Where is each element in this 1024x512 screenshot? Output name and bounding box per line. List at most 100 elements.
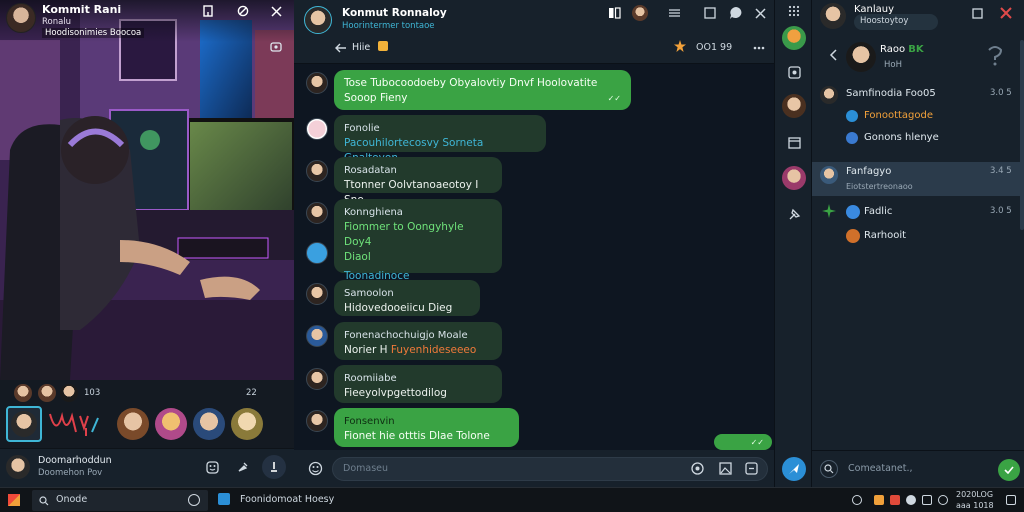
message-text: Fionet hie otttis Dlae Tolone [344,430,490,442]
notifications-icon[interactable] [1006,495,1016,505]
contact-avatar[interactable] [6,3,36,33]
chat-list-name: Fonoottagode [864,110,934,121]
message-bubble[interactable]: Konnghiena Fiommer to Oongyhyle Doy4 Dia… [334,199,502,282]
columns-icon[interactable] [606,5,622,21]
profile-avatar[interactable] [820,3,846,29]
message-bubble[interactable]: Fonolie Pacouhilortecosvy Sorneta Gnalto… [334,115,546,164]
volume-icon[interactable] [906,495,916,505]
message-bubble-outgoing[interactable]: Tose Tubocoodoeby Obyalovtiy Dnvf Hoolov… [334,70,631,110]
message-avatar[interactable] [306,325,328,347]
participant-avatar[interactable] [60,384,78,402]
chat-list-avatar [846,229,860,243]
image-icon[interactable] [718,461,732,475]
selected-video-tile[interactable] [6,406,42,442]
message-avatar[interactable] [306,410,328,432]
apps-icon[interactable] [786,4,802,18]
taskbar-clock[interactable]: 2020LOG aaa 1018 [956,489,994,511]
confirm-button[interactable] [998,459,1020,481]
globe-icon [846,132,858,144]
message-bubble[interactable]: Fonenachochuigjo Moale Norier H Fuyenhid… [334,322,502,360]
message-avatar[interactable] [306,118,328,140]
chat-list-item-selected[interactable]: Fanfagyo Eiotstertreonaoo 3.4 5 [812,162,1024,196]
message-bubble-outgoing[interactable]: ✓✓ [714,434,772,450]
trophy-icon [378,41,388,51]
start-icon[interactable] [8,494,20,506]
message-bubble[interactable]: Rosadatan Ttonner Oolvtanoaeotoy I Sno..… [334,157,502,206]
close-icon[interactable] [752,5,768,21]
edit-icon[interactable] [235,3,251,19]
media-panel: Kommit Rani Ronalu Hoodisonimies Boocoa … [0,0,294,487]
back-icon[interactable] [826,48,840,62]
window-icon[interactable] [702,6,718,20]
chat-rail-avatar[interactable] [782,166,806,190]
sender-name: Fonenachochuigjo Moale [344,330,468,341]
message-placeholder: Domaseu [343,463,389,474]
tray-app-icon[interactable] [890,495,900,505]
message-avatar[interactable] [306,72,328,94]
attach-icon[interactable] [306,459,324,477]
emoji-icon[interactable] [204,459,220,475]
participant-avatar[interactable] [38,384,56,402]
chat-list-item[interactable]: Fonoottagode [812,108,1024,128]
app-icon[interactable] [218,493,230,505]
wifi-icon[interactable] [938,495,948,505]
scrollbar[interactable] [1020,40,1024,230]
search-icon[interactable] [820,460,838,478]
message-bubble[interactable]: Samoolon Hidovedooeiicu Dieg [334,280,480,316]
more-icon[interactable] [752,42,766,54]
settings-icon [846,110,858,122]
profile-large-avatar[interactable] [846,42,876,72]
pin-icon[interactable] [786,206,802,222]
user-avatar[interactable] [6,455,30,479]
participant-video-avatar[interactable] [231,408,263,440]
media-header: Kommit Rani Ronalu Hoodisonimies Boocoa [0,0,294,52]
message-avatar[interactable] [306,160,328,182]
close-icon[interactable] [268,3,284,19]
message-bubble[interactable]: Roomiiabe Fieeyolvpgettodilog [334,365,502,403]
message-avatar[interactable] [306,283,328,305]
archive-icon[interactable] [786,134,802,150]
chat-list-name: Rarhooit [864,230,907,241]
message-avatar[interactable] [306,242,328,264]
message-avatar[interactable] [306,202,328,224]
chat-list-item[interactable]: Rarhooit [812,228,1024,248]
camera-icon[interactable] [690,461,704,475]
user-name: Doomarhoddun [38,455,112,466]
info-button[interactable] [262,455,286,479]
chat-list-item[interactable]: Gonons hlenye [812,130,1024,150]
chat-list-item[interactable]: Fadlic 3.0 5 [812,204,1024,224]
taskbar-app-label[interactable]: Foonidomoat Hoesy [240,494,334,505]
tray-app-icon[interactable] [874,495,884,505]
taskbar-search[interactable]: Onode [32,490,208,511]
participant-video-avatar[interactable] [193,408,225,440]
compose-button[interactable] [782,457,806,481]
info-icon[interactable] [188,494,200,506]
bookmark-icon[interactable] [200,4,216,18]
chat-avatar[interactable] [304,6,332,34]
star-icon[interactable] [674,40,686,52]
chat-title[interactable]: Konmut Ronnaloy [342,7,447,19]
fullscreen-icon[interactable] [268,40,284,54]
network-icon[interactable] [852,495,862,505]
window-icon[interactable] [970,6,984,20]
participant-mini-avatar[interactable] [632,5,648,21]
comment-icon[interactable] [728,5,744,21]
gif-icon[interactable] [744,461,758,475]
battery-icon[interactable] [922,495,932,505]
menu-icon[interactable] [666,6,682,20]
participant-video-avatar[interactable] [117,408,149,440]
participant-video-avatar[interactable] [155,408,187,440]
mute-icon[interactable] [998,5,1014,21]
panel-subtitle-chip[interactable]: Hoostoytoy [854,14,938,30]
chat-rail-avatar[interactable] [782,94,806,118]
chat-list-item[interactable]: Samfinodia Foo05 3.0 5 [812,86,1024,106]
chat-rail-avatar[interactable] [782,26,806,50]
back-icon[interactable] [334,42,348,54]
saved-icon[interactable] [786,64,802,80]
pin-icon[interactable] [234,459,250,475]
message-bubble-outgoing[interactable]: Fonsenvin Fionet hie otttis Dlae Tolone [334,408,519,447]
chat-list-panel: Kanlauy Hoostoytoy Raoo BK HoH Samfinodi… [812,0,1024,487]
participant-avatar[interactable] [14,384,32,402]
message-link[interactable]: Fuyenhideseeeo [391,344,476,356]
message-avatar[interactable] [306,368,328,390]
